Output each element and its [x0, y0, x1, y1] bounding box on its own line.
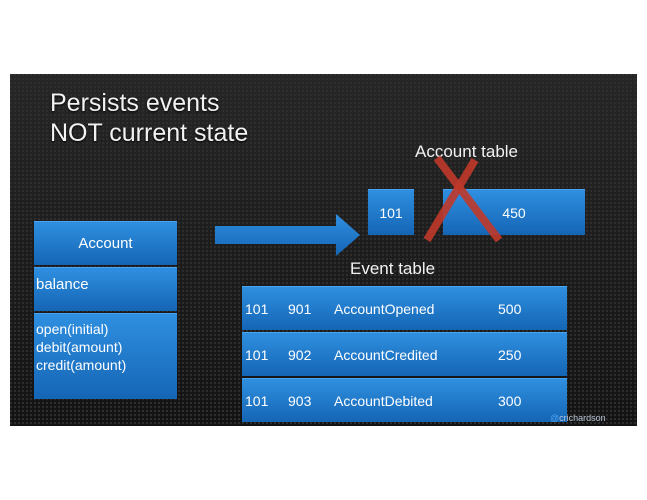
event-amount: 300 [498, 393, 522, 409]
event-entity-id: 101 [245, 347, 269, 363]
event-row: 101 903 AccountDebited 300 [242, 378, 567, 422]
event-type: AccountCredited [334, 347, 438, 363]
event-type: AccountDebited [334, 393, 433, 409]
author-handle-text: crichardson [559, 413, 606, 423]
method-debit: debit(amount) [36, 339, 123, 355]
event-id: 903 [288, 393, 312, 409]
right-arrow-icon [215, 214, 360, 256]
event-table-label: Event table [350, 259, 436, 278]
event-type: AccountOpened [334, 301, 435, 317]
cross-out-x-icon [423, 156, 503, 242]
event-row: 101 901 AccountOpened 500 [242, 286, 567, 330]
account-class-methods: open(initial) debit(amount) credit(amoun… [34, 313, 177, 399]
event-amount: 500 [498, 301, 522, 317]
slide: Persists events NOT current state Accoun… [10, 74, 637, 426]
at-symbol: @ [550, 413, 560, 423]
account-class-name: Account [34, 221, 177, 265]
author-handle: @crichardson [550, 413, 606, 423]
event-id: 901 [288, 301, 312, 317]
event-entity-id: 101 [245, 301, 269, 317]
event-id: 902 [288, 347, 312, 363]
event-row: 101 902 AccountCredited 250 [242, 332, 567, 376]
title-line-2: NOT current state [50, 119, 249, 147]
slide-title: Persists events NOT current state [50, 88, 248, 148]
event-table: 101 901 AccountOpened 500 101 902 Accoun… [242, 286, 567, 424]
title-line-1: Persists events [50, 89, 220, 117]
method-credit: credit(amount) [36, 357, 127, 373]
event-amount: 250 [498, 347, 522, 363]
account-class-field: balance [34, 267, 177, 311]
account-table-id-cell: 101 [368, 189, 414, 235]
account-class-box: Account balance open(initial) debit(amou… [34, 221, 177, 399]
method-open: open(initial) [36, 321, 109, 337]
event-entity-id: 101 [245, 393, 269, 409]
